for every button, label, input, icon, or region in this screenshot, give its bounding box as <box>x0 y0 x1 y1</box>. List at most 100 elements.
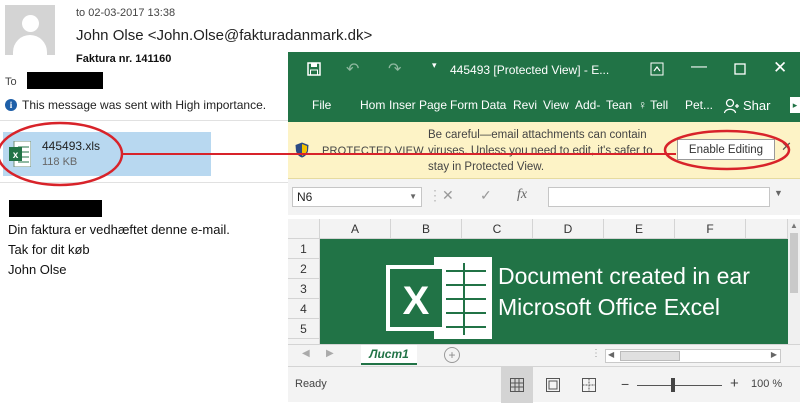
status-text: Ready <box>295 378 327 390</box>
tab-insert[interactable]: Inser <box>389 98 417 112</box>
banner-line: Document created in ear <box>498 263 750 289</box>
lightbulb-icon: ♀ <box>638 98 647 112</box>
prev-sheet-icon[interactable]: ◀ <box>302 348 310 359</box>
row-header[interactable]: 2 <box>288 259 320 279</box>
share-label: Shar <box>743 98 771 113</box>
email-subject: Faktura nr. 141160 <box>76 53 172 65</box>
scrollbar-thumb[interactable] <box>790 233 798 293</box>
ribbon-scroll-right[interactable]: ▸ <box>790 97 800 113</box>
sender-avatar <box>5 5 55 55</box>
redo-icon[interactable]: ↷ <box>388 59 401 79</box>
page-layout-view-button[interactable] <box>537 367 569 403</box>
grid-icon <box>510 378 524 392</box>
scrollbar-thumb[interactable] <box>620 351 680 361</box>
formula-buttons: ⋮ ✕ ✓ fx <box>428 187 548 207</box>
column-header[interactable]: B <box>391 219 462 239</box>
window-title: 445493 [Protected View] - E... <box>450 63 610 77</box>
enable-editing-button[interactable]: Enable Editing <box>677 139 775 160</box>
body-line: Din faktura er vedhæftet denne e-mail. <box>8 222 230 237</box>
zoom-slider-thumb[interactable] <box>671 378 675 392</box>
maximize-icon[interactable] <box>734 63 746 75</box>
zoom-level[interactable]: 100 % <box>751 378 782 390</box>
tab-file[interactable]: File <box>312 98 331 112</box>
tab-data[interactable]: Data <box>481 98 511 112</box>
excel-window: ↶ ↷ ▾ 445493 [Protected View] - E... — ✕… <box>288 52 800 403</box>
redacted-greeting <box>9 200 102 217</box>
importance-text: This message was sent with High importan… <box>22 98 267 112</box>
formula-input[interactable] <box>548 187 770 207</box>
undo-icon[interactable]: ↶ <box>346 59 359 79</box>
add-sheet-icon[interactable]: + <box>444 347 460 363</box>
column-header[interactable]: F <box>675 219 746 239</box>
user-name[interactable]: Pet... <box>685 98 713 112</box>
worksheet-grid[interactable]: A B C D E F 1 2 3 4 5 X Document created… <box>288 219 788 344</box>
insert-function-icon[interactable]: fx <box>517 187 527 203</box>
next-sheet-icon[interactable]: ▶ <box>326 348 334 359</box>
tab-view[interactable]: View <box>543 98 574 112</box>
svg-text:X: X <box>403 279 430 323</box>
close-icon[interactable]: ✕ <box>773 58 787 78</box>
sheet-tab[interactable]: Лист1 <box>361 345 417 365</box>
page-layout-icon <box>546 378 560 392</box>
excel-logo-icon: X <box>386 257 492 339</box>
lure-banner-image: X Document created in ear Microsoft Offi… <box>320 239 788 344</box>
minimize-icon[interactable]: — <box>691 58 707 76</box>
attachment-item[interactable]: x 445493.xls 118 KB <box>3 132 211 176</box>
tab-team[interactable]: Tean <box>606 98 636 112</box>
tell-me-box[interactable]: ♀ Tell <box>638 98 668 112</box>
row-header[interactable]: 1 <box>288 239 320 259</box>
column-header[interactable]: D <box>533 219 604 239</box>
ribbon-display-icon[interactable] <box>650 62 664 76</box>
formula-bar: N6 ▼ ⋮ ✕ ✓ fx ▼ <box>288 179 800 215</box>
column-header[interactable]: E <box>604 219 675 239</box>
shield-icon <box>295 142 309 158</box>
page-break-view-button[interactable] <box>573 367 605 403</box>
vertical-scrollbar[interactable]: ▲ <box>788 219 800 344</box>
zoom-slider[interactable] <box>637 385 722 386</box>
enter-icon[interactable]: ✓ <box>480 187 492 204</box>
tab-page-layout[interactable]: Page <box>419 98 448 112</box>
chevron-down-icon[interactable]: ▼ <box>774 188 783 198</box>
tab-home[interactable]: Hom <box>360 98 388 112</box>
scroll-right-icon[interactable]: ▶ <box>771 350 777 359</box>
zoom-out-icon[interactable]: − <box>621 376 629 392</box>
scroll-left-icon[interactable]: ◀ <box>608 350 614 359</box>
excel-file-icon: x <box>9 141 31 167</box>
email-body: Din faktura er vedhæftet denne e-mail. T… <box>8 220 230 280</box>
email-sender[interactable]: John Olse <John.Olse@fakturadanmark.dk> <box>76 27 372 44</box>
redacted-recipient <box>27 72 103 89</box>
protected-view-label: PROTECTED VIEW <box>322 145 424 157</box>
banner-line: Microsoft Office Excel <box>498 294 720 320</box>
customize-toolbar-icon[interactable]: ▾ <box>432 60 437 71</box>
tab-add-ins[interactable]: Add- <box>575 98 605 112</box>
tab-review[interactable]: Revi <box>513 98 541 112</box>
scroll-up-icon[interactable]: ▲ <box>790 221 798 230</box>
column-header[interactable]: A <box>320 219 391 239</box>
share-button[interactable]: Shar <box>724 92 790 119</box>
banner-text: Document created in ear Microsoft Office… <box>498 261 750 323</box>
horizontal-scrollbar[interactable]: ◀ ▶ <box>605 349 781 363</box>
protected-view-bar: PROTECTED VIEW Be careful—email attachme… <box>288 122 800 179</box>
column-header[interactable]: C <box>462 219 533 239</box>
row-header[interactable]: 5 <box>288 319 320 339</box>
status-bar: Ready − + 100 % <box>288 366 800 403</box>
cancel-icon[interactable]: ✕ <box>442 187 454 204</box>
row-header[interactable]: 4 <box>288 299 320 319</box>
zoom-in-icon[interactable]: + <box>730 375 739 392</box>
avatar-head <box>22 15 39 32</box>
save-icon[interactable] <box>307 62 321 76</box>
column-header[interactable] <box>746 219 788 239</box>
info-icon: i <box>5 99 17 111</box>
normal-view-button[interactable] <box>501 367 533 403</box>
excel-title-bar: ↶ ↷ ▾ 445493 [Protected View] - E... — ✕ <box>288 52 800 89</box>
row-header[interactable]: 3 <box>288 279 320 299</box>
chevron-down-icon[interactable]: ▼ <box>409 188 417 206</box>
importance-notice: i This message was sent with High import… <box>5 98 266 112</box>
close-bar-icon[interactable]: ✕ <box>781 139 792 155</box>
name-box[interactable]: N6 ▼ <box>292 187 422 207</box>
select-all-corner[interactable] <box>288 219 320 239</box>
tell-me-label: Tell <box>650 98 669 112</box>
tab-formulas[interactable]: Form <box>450 98 479 112</box>
page-break-icon <box>582 378 596 392</box>
email-date: to 02-03-2017 13:38 <box>76 7 176 19</box>
